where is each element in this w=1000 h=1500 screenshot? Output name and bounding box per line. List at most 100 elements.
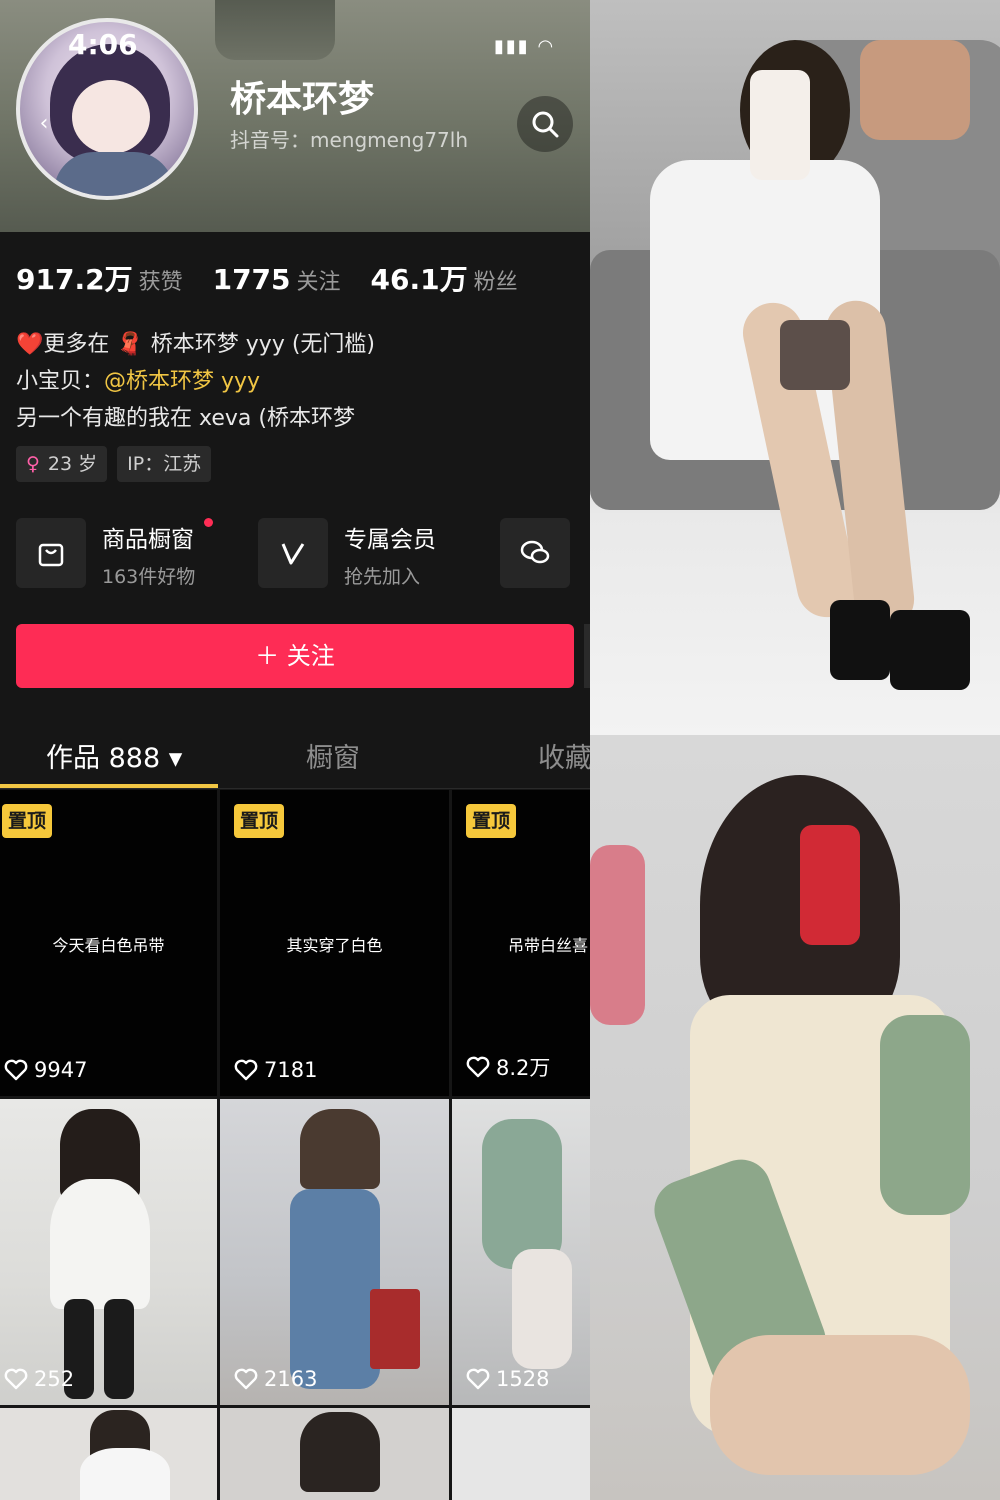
video-card[interactable]: 1528 [452,1099,590,1405]
photo-phone [750,70,810,180]
video-likes: 252 [4,1367,74,1391]
thumbnail-figure [300,1109,380,1189]
female-icon: ♀ [26,453,40,475]
video-card[interactable]: 置顶 吊带白丝喜 8.2万 [452,790,590,1096]
photo-pillow [860,40,970,140]
feature-group-chat[interactable] [500,518,590,590]
profile-bio: ❤️更多在 🧣 桥本环梦 yyy (无门槛) 小宝贝：@桥本环梦 yyy 另一个… [16,326,375,437]
bio-mention-link[interactable]: @桥本环梦 yyy [104,369,260,394]
avatar-face [72,80,150,154]
heart-icon [4,1368,28,1390]
age-tag: ♀ 23 岁 [16,446,108,482]
status-time: 4:06 [68,28,138,61]
photo-phone [800,825,860,945]
feature-membership-title: 专属会员 [344,527,436,553]
video-likes-count: 2163 [264,1367,318,1391]
video-likes-count: 8.2万 [496,1056,551,1080]
feature-membership[interactable]: 专属会员 抢先加入 [258,518,478,590]
bio-line-2-prefix: 小宝贝： [16,369,105,394]
heart-icon [234,1368,258,1390]
profile-screen: 4:06 ‹ ▮▮▮ ◠ 桥本环梦 抖音号：mengmeng77lh 917.2… [0,0,590,1500]
video-caption: 其实穿了白色 [286,936,383,955]
video-card[interactable] [0,1408,217,1500]
photo-collage [590,0,1000,1500]
bio-line-1-prefix: ❤️更多在 🧣 [16,332,151,357]
thumbnail-figure [370,1289,420,1369]
heart-icon [4,1059,28,1081]
feature-shop-window[interactable]: 商品橱窗 163件好物 [16,518,236,590]
follow-button[interactable]: ＋ 关注 [16,624,574,688]
heart-icon [466,1056,490,1078]
video-card[interactable]: 252 [0,1099,217,1405]
photo-plush-bear [590,845,645,1025]
stat-followers-value: 46.1万 [370,263,468,296]
profile-stats: 917.2万 获赞 1775 关注 46.1万 粉丝 [16,258,518,298]
thumbnail-figure [300,1412,380,1492]
video-likes-count: 9947 [34,1058,88,1082]
photo-stocking-band [780,320,850,390]
video-card[interactable]: 置顶 今天看白色吊带 9947 [0,790,217,1096]
video-card[interactable] [452,1408,590,1500]
status-icons: ▮▮▮ ◠ [494,36,555,57]
video-likes: 2163 [234,1367,317,1391]
thumbnail-figure [50,1179,150,1309]
wifi-icon: ◠ [537,36,556,57]
profile-header: 4:06 ‹ ▮▮▮ ◠ 桥本环梦 抖音号：mengmeng77lh [0,0,590,232]
video-caption: 今天看白色吊带 [52,936,165,955]
stat-following-label: 关注 [296,270,341,295]
video-likes: 7181 [234,1058,317,1082]
video-grid: 置顶 今天看白色吊带 9947 置顶 其实穿了白色 7181 置顶 吊带白丝喜 … [0,790,590,1500]
signal-icon: ▮▮▮ [494,36,530,57]
video-likes: 8.2万 [466,1052,550,1082]
content-tabs: 作品 888 ▾ 橱窗 收藏 [0,722,590,789]
douyin-id[interactable]: 抖音号：mengmeng77lh [230,124,468,153]
photo-person-sleeve [880,1015,970,1215]
search-icon [532,111,559,138]
video-card[interactable]: 置顶 其实穿了白色 7181 [220,790,449,1096]
pinned-badge: 置顶 [466,804,517,838]
stat-likes[interactable]: 917.2万 获赞 [16,258,183,298]
active-tab-indicator [0,784,218,788]
shopping-bag-icon [16,518,86,588]
stat-likes-label: 获赞 [138,270,183,295]
video-likes-count: 1528 [496,1367,550,1391]
photo-shoe [830,600,890,680]
photo-top [590,0,1000,735]
feature-row: 商品橱窗 163件好物 专属会员 抢先加入 [16,518,590,590]
profile-tags: ♀ 23 岁 IP：江苏 [16,446,212,482]
photo-shoe [890,610,970,690]
search-button[interactable] [517,96,573,152]
video-card[interactable]: 2163 [220,1099,449,1405]
tab-works[interactable]: 作品 888 ▾ [46,736,182,775]
feature-membership-subtitle: 抢先加入 [344,566,421,588]
stat-followers[interactable]: 46.1万 粉丝 [371,258,518,298]
thumbnail-figure [80,1448,170,1500]
back-icon[interactable]: ‹ [30,110,58,138]
stat-followers-label: 粉丝 [473,270,518,295]
heart-icon [466,1368,490,1390]
tab-shop-window[interactable]: 橱窗 [306,736,360,775]
thumbnail-figure [290,1189,380,1389]
bio-line-2: 小宝贝：@桥本环梦 yyy [16,363,375,400]
photo-person [645,775,990,1495]
video-card[interactable] [220,1408,449,1500]
age-tag-text: 23 岁 [47,453,98,475]
avatar-body [54,152,174,196]
tab-favorites[interactable]: 收藏 [538,736,590,775]
thumbnail-figure [104,1299,134,1399]
bio-line-3: 另一个有趣的我在 xeva (桥本环梦 [16,406,355,431]
stat-following[interactable]: 1775 关注 [213,263,341,296]
thumbnail-figure [482,1119,562,1269]
feature-shop-subtitle: 163件好物 [102,566,196,588]
profile-name: 桥本环梦 [230,79,375,120]
photo-person-legs [710,1335,970,1475]
feature-shop-title: 商品橱窗 [102,527,194,553]
stat-following-value: 1775 [212,263,291,296]
video-likes: 9947 [4,1058,87,1082]
pinned-badge: 置顶 [2,804,53,838]
thumbnail-figure [512,1249,572,1369]
heart-icon [234,1059,258,1081]
notification-dot [204,518,213,527]
video-likes-count: 7181 [264,1058,318,1082]
bio-line-1: ❤️更多在 🧣 桥本环梦 yyy (无门槛) [16,326,375,363]
